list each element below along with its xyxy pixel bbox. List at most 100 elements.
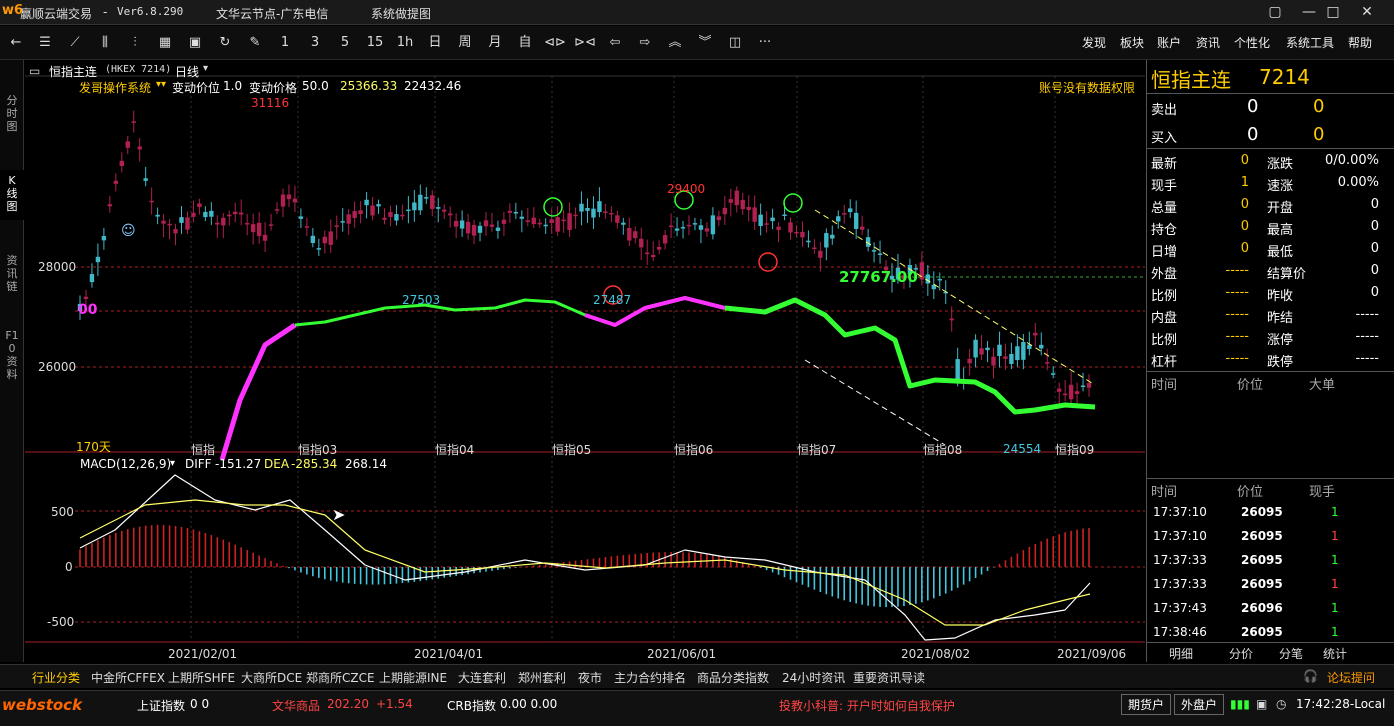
close-icon[interactable]: ✕ — [1350, 0, 1384, 25]
tab-price-dist[interactable]: 分价 — [1229, 645, 1253, 662]
candle — [668, 225, 674, 228]
foreign-account-button[interactable]: 外盘户 — [1174, 694, 1225, 715]
period-week[interactable]: 周 — [453, 33, 477, 53]
annotation-p1: 27503 — [402, 293, 441, 307]
candle — [758, 214, 763, 226]
tick-row[interactable]: 17:38:46 26095 1 — [1147, 622, 1394, 644]
restore-icon[interactable]: ▢ — [1258, 0, 1292, 25]
tab-zhengzhou-arb[interactable]: 郑州套利 — [518, 669, 566, 686]
menu-help[interactable]: 帮助 — [1348, 34, 1372, 51]
candle — [710, 215, 716, 235]
period-1[interactable]: 1 — [273, 33, 297, 53]
tab-stats[interactable]: 统计 — [1323, 645, 1347, 662]
tab-czce[interactable]: 郑商所CZCE — [306, 669, 375, 686]
tick-row[interactable]: 17:37:33 26095 1 — [1147, 550, 1394, 572]
tab-shfe[interactable]: 上期所SHFE — [168, 669, 235, 686]
sell-row[interactable]: 卖出 0 0 — [1147, 96, 1394, 118]
more-icon[interactable]: ··· — [753, 33, 777, 53]
macd-chevron-icon[interactable]: ▾ — [170, 458, 175, 469]
macd-name[interactable]: MACD(12,26,9) — [80, 457, 171, 471]
menu-account[interactable]: 账户 — [1157, 34, 1181, 51]
candle — [292, 198, 298, 203]
tick-price: 26096 — [1241, 601, 1283, 615]
tab-dalian-arb[interactable]: 大连套利 — [458, 669, 506, 686]
tab-ine[interactable]: 上期能源INE — [379, 669, 447, 686]
up-icon[interactable]: ︽ — [663, 33, 687, 53]
tab-timeshare[interactable]: 分时图 — [0, 90, 24, 140]
clock: 17:42:28-Local — [1296, 697, 1386, 711]
down-icon[interactable]: ︾ — [693, 33, 717, 53]
candle — [716, 216, 722, 221]
period-1h[interactable]: 1h — [393, 33, 417, 53]
list-icon[interactable]: ☰ — [33, 33, 57, 53]
menu-news[interactable]: 资讯 — [1196, 34, 1220, 51]
buy-row[interactable]: 买入 0 0 — [1147, 124, 1394, 146]
tick-row[interactable]: 17:37:10 26095 1 — [1147, 502, 1394, 524]
window-icon[interactable]: ◫ — [723, 33, 747, 53]
forum-link[interactable]: 论坛提问 — [1327, 669, 1375, 686]
index2-name[interactable]: 文华商品 — [272, 697, 320, 714]
tab-key-news[interactable]: 重要资讯导读 — [853, 669, 925, 686]
chart-settings-icon[interactable]: ▭ — [29, 64, 40, 78]
maximize-icon[interactable]: □ — [1316, 0, 1350, 25]
tick-row[interactable]: 17:37:33 26095 1 — [1147, 574, 1394, 596]
candle-icon[interactable]: ⫼ — [93, 33, 117, 53]
index2-value: 202.20 — [327, 697, 369, 711]
period-15[interactable]: 15 — [363, 33, 387, 53]
month-label-5: 恒指06 — [674, 443, 714, 457]
futures-account-button[interactable]: 期货户 — [1121, 694, 1172, 715]
line-chart-icon[interactable]: ⟋ — [63, 33, 87, 53]
tick-row[interactable]: 17:37:43 26096 1 — [1147, 598, 1394, 620]
quote-value: 0 — [1370, 219, 1379, 234]
tab-news-chain[interactable]: 资讯链 — [0, 250, 24, 300]
refresh-icon[interactable]: ↻ — [213, 33, 237, 53]
tab-detail[interactable]: 明细 — [1169, 645, 1193, 662]
tab-trades[interactable]: 分笔 — [1279, 645, 1303, 662]
period-custom[interactable]: 自 — [513, 33, 537, 53]
chart-area[interactable]: ▭ 恒指主连 (HKEX 7214) 日线 ▾ 发哥操作系统 ▾▾ 变动价位 1… — [25, 60, 1145, 662]
tab-24h-news[interactable]: 24小时资讯 — [782, 669, 845, 686]
period-5[interactable]: 5 — [333, 33, 357, 53]
back-arrow-icon[interactable]: ← — [4, 33, 28, 53]
tab-dce[interactable]: 大商所DCE — [241, 669, 302, 686]
save-icon[interactable]: ▣ — [183, 33, 207, 53]
tab-night[interactable]: 夜市 — [578, 669, 602, 686]
candle — [107, 204, 113, 207]
step-left-icon[interactable]: ⇦ — [603, 33, 627, 53]
zoom-in-icon[interactable]: ⊳⊲ — [573, 33, 597, 53]
period-select[interactable]: 日线 — [175, 63, 199, 80]
edu-tip[interactable]: 投教小科普: 开户时如何自我保护 — [779, 697, 955, 714]
tab-main-rank[interactable]: 主力合约排名 — [614, 669, 686, 686]
window-icon[interactable]: ▣ — [1256, 697, 1267, 711]
quote-label: 涨停 — [1267, 333, 1294, 348]
tick-vol: 1 — [1331, 505, 1339, 519]
step-right-icon[interactable]: ⇨ — [633, 33, 657, 53]
index1-name[interactable]: 上证指数 — [137, 697, 185, 714]
chevron-down-icon[interactable]: ▾ — [203, 63, 208, 74]
quote-label: 最新 — [1151, 157, 1178, 172]
period-3[interactable]: 3 — [303, 33, 327, 53]
tick-row[interactable]: 17:37:10 26095 1 — [1147, 526, 1394, 548]
zoom-out-icon[interactable]: ⊲⊳ — [543, 33, 567, 53]
period-day[interactable]: 日 — [423, 33, 447, 53]
menu-personalize[interactable]: 个性化 — [1234, 34, 1270, 51]
tab-kline[interactable]: K线图 — [0, 170, 24, 220]
grid-icon[interactable]: ▦ — [153, 33, 177, 53]
draw-icon[interactable]: ✎ — [243, 33, 267, 53]
tab-commodity-index[interactable]: 商品分类指数 — [697, 669, 769, 686]
tab-industry[interactable]: 行业分类 — [32, 669, 80, 686]
tab-cffex[interactable]: 中金所CFFEX — [91, 669, 165, 686]
menu-system-tools[interactable]: 系统工具 — [1286, 34, 1334, 51]
kline-chart[interactable] — [25, 60, 1145, 662]
forum-headset-icon[interactable]: 🎧 — [1303, 669, 1318, 683]
indicator-name[interactable]: 发哥操作系统 — [79, 79, 151, 96]
index3-name[interactable]: CRB指数 — [447, 697, 496, 714]
tab-f10[interactable]: F10资料 — [0, 325, 24, 385]
menu-discover[interactable]: 发现 — [1082, 34, 1106, 51]
indicator-chevron-icon[interactable]: ▾▾ — [156, 79, 166, 90]
menu-sector[interactable]: 板块 — [1120, 34, 1144, 51]
period-month[interactable]: 月 — [483, 33, 507, 53]
dea-label: DEA — [264, 457, 290, 471]
bar-chart-icon[interactable]: ⫶ — [123, 33, 147, 53]
tick-price: 26095 — [1241, 529, 1283, 543]
